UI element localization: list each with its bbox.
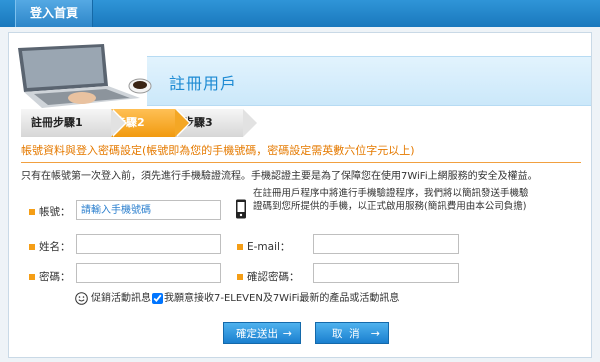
- arrow-right-icon: →: [282, 327, 292, 340]
- step-1: 註冊步驟1: [21, 109, 111, 137]
- account-label-row: 帳號：: [29, 204, 71, 219]
- name-label: 姓名：: [39, 241, 71, 253]
- bullet-icon: [29, 274, 35, 280]
- promo-opt-in: 促銷活動訊息 我願意接收7-ELEVEN及7WiFi最新的產品或活動訊息: [75, 289, 399, 305]
- email-input[interactable]: [313, 234, 459, 254]
- account-phone-input[interactable]: [76, 200, 221, 220]
- name-label-row: 姓名：: [29, 239, 71, 254]
- bullet-icon: [29, 209, 35, 215]
- cancel-button[interactable]: 取 消 →: [315, 322, 389, 344]
- confirm-password-input[interactable]: [313, 263, 459, 283]
- bullet-icon: [237, 274, 243, 280]
- phone-note-line2: 證碼到您所提供的手機，以正式啟用服務(簡訊費用由本公司負擔): [253, 201, 527, 212]
- promo-consent-text: 我願意接收7-ELEVEN及7WiFi最新的產品或活動訊息: [164, 293, 400, 304]
- phone-verification-note: 在註冊用戶程序中將進行手機驗證程序，我們將以簡訊發送手機驗 證碼到您所提供的手機…: [253, 187, 543, 213]
- bullet-icon: [237, 244, 243, 250]
- password-label-row: 密碼：: [29, 269, 71, 284]
- step-2-arrow: [175, 109, 189, 137]
- registration-panel: 註冊用戶 步驟3 步驟2 註冊步驟1 帳號資料與登入密碼設定(帳號即為您的手機號…: [8, 32, 592, 358]
- smiley-icon: [75, 291, 88, 305]
- password-notice: 帳號資料與登入密碼設定(帳號即為您的手機號碼，密碼設定需英數六位字元以上): [21, 142, 581, 163]
- submit-button[interactable]: 確定送出 →: [223, 322, 301, 344]
- top-navigation-bar: 登入首頁: [0, 0, 600, 27]
- submit-button-label: 確定送出: [236, 328, 278, 340]
- arrow-right-icon: →: [370, 327, 380, 340]
- step-indicator: 步驟3 步驟2 註冊步驟1: [21, 109, 257, 137]
- phone-note-line1: 在註冊用戶程序中將進行手機驗證程序，我們將以簡訊發送手機驗: [253, 188, 529, 199]
- promo-prefix-label: 促銷活動訊息: [91, 293, 151, 304]
- promo-checkbox[interactable]: [152, 292, 163, 304]
- email-label-row: E-mail：: [237, 239, 290, 254]
- laptop-coffee-illustration: [18, 44, 152, 108]
- header-banner: 註冊用戶: [9, 38, 591, 110]
- mobile-phone-icon: [236, 199, 246, 219]
- step-3-arrow: [243, 109, 257, 137]
- confirm-password-label: 確認密碼：: [247, 271, 300, 283]
- page-title: 註冊用戶: [169, 74, 238, 93]
- confirm-password-label-row: 確認密碼：: [237, 269, 300, 284]
- account-label: 帳號：: [39, 206, 71, 218]
- step-1-arrow: [111, 109, 125, 137]
- email-label: E-mail：: [247, 241, 291, 253]
- cancel-button-label: 取 消: [332, 328, 360, 340]
- password-label: 密碼：: [39, 271, 71, 283]
- password-input[interactable]: [76, 263, 221, 283]
- home-tab[interactable]: 登入首頁: [15, 0, 93, 27]
- bullet-icon: [29, 244, 35, 250]
- verification-description: 只有在帳號第一次登入前，須先進行手機驗證流程。手機認證主要是為了保障您在使用7W…: [21, 171, 538, 182]
- name-input[interactable]: [76, 234, 221, 254]
